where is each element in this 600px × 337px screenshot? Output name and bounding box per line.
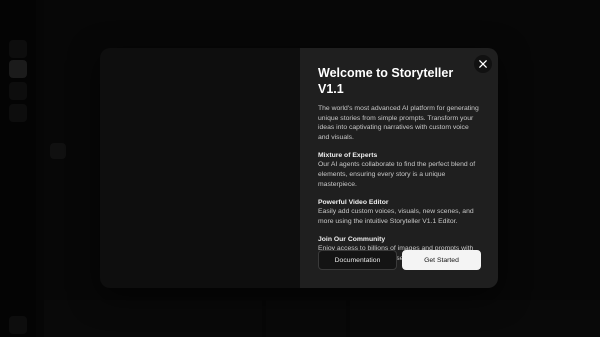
welcome-modal: Welcome to Storyteller V1.1 The world's … [100, 48, 498, 288]
modal-content: Welcome to Storyteller V1.1 The world's … [300, 48, 498, 288]
modal-media-panel [100, 48, 300, 288]
feature-title: Join Our Community [318, 236, 386, 244]
modal-actions: Documentation Get Started [318, 250, 481, 270]
app-root: Welcome to Storyteller V1.1 The world's … [0, 0, 600, 337]
feature-description: Our AI agents collaborate to find the pe… [318, 161, 476, 188]
feature-video-editor: Powerful Video Editor Easily add custom … [318, 198, 481, 226]
documentation-button[interactable]: Documentation [318, 250, 397, 270]
modal-intro: The world's most advanced AI platform fo… [318, 105, 479, 141]
get-started-button[interactable]: Get Started [402, 250, 481, 270]
close-button[interactable] [474, 55, 492, 73]
feature-description: Easily add custom voices, visuals, new s… [318, 208, 474, 225]
close-icon [479, 60, 487, 68]
modal-title: Welcome to Storyteller V1.1 [318, 66, 454, 96]
feature-mixture-of-experts: Mixture of Experts Our AI agents collabo… [318, 151, 481, 189]
feature-title: Powerful Video Editor [318, 199, 389, 207]
feature-title: Mixture of Experts [318, 152, 378, 160]
